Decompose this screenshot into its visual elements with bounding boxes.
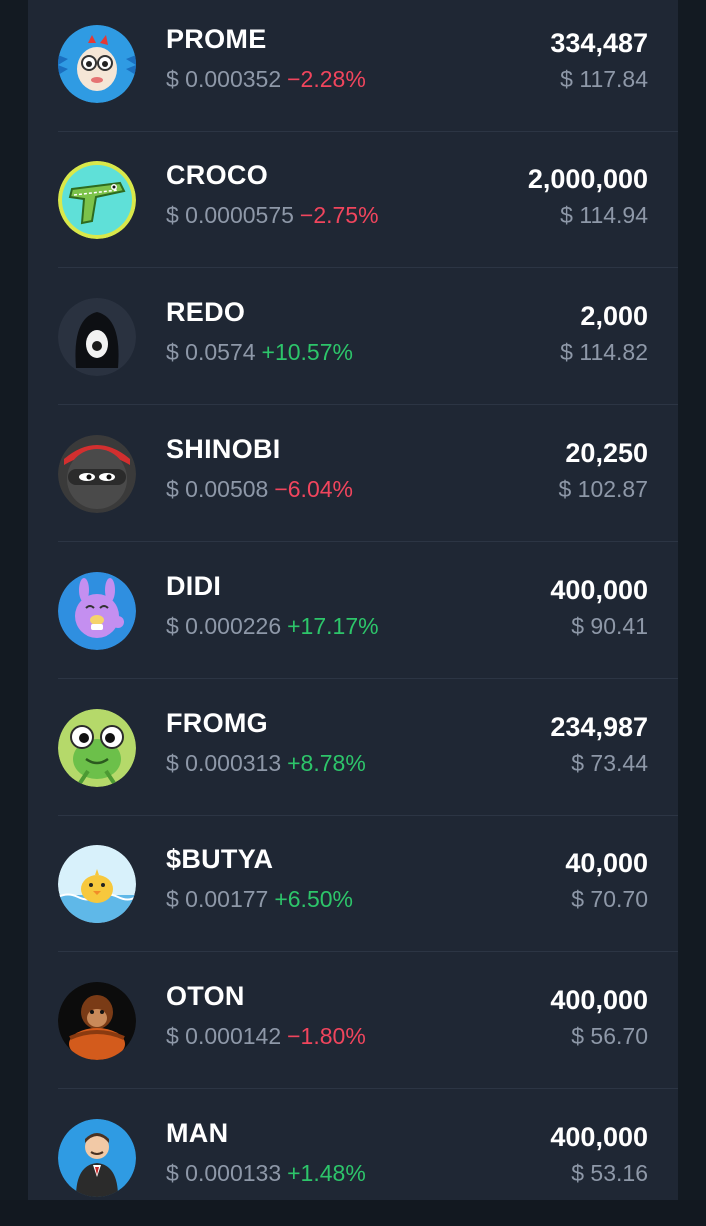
token-amount: 400,000 (550, 575, 648, 605)
row-divider (58, 541, 678, 542)
token-amount: 40,000 (565, 848, 648, 878)
token-price-line: $ 0.00508 −6.04% (166, 476, 353, 503)
token-price-line: $ 0.0000575 −2.75% (166, 202, 379, 229)
token-amount: 2,000,000 (527, 164, 648, 194)
row-divider (58, 1088, 678, 1089)
token-symbol: SHINOBI (166, 434, 281, 464)
token-price-line: $ 0.000226 +17.17% (166, 613, 379, 640)
token-amount: 400,000 (550, 1122, 648, 1152)
token-change: +6.50% (274, 886, 353, 912)
token-symbol: PROME (166, 24, 267, 54)
token-symbol: CROCO (166, 160, 268, 190)
token-value: $ 117.84 (560, 66, 648, 92)
token-row-shinobi[interactable]: SHINOBI $ 0.00508 −6.04% 20,250 $ 102.87 (28, 406, 678, 542)
token-change: −1.80% (287, 1023, 366, 1049)
token-price-line: $ 0.00177 +6.50% (166, 886, 353, 913)
prome-avatar-icon (58, 25, 136, 103)
token-row-croco[interactable]: CROCO $ 0.0000575 −2.75% 2,000,000 $ 114.… (28, 132, 678, 268)
token-price-line: $ 0.0574 +10.57% (166, 339, 353, 366)
row-divider (58, 678, 678, 679)
token-price-line: $ 0.000142 −1.80% (166, 1023, 366, 1050)
token-price-line: $ 0.000352 −2.28% (166, 66, 366, 93)
token-row-didi[interactable]: DIDI $ 0.000226 +17.17% 400,000 $ 90.41 (28, 543, 678, 679)
token-price: $ 0.000313 (166, 750, 282, 776)
token-change: −2.28% (287, 66, 366, 92)
oton-avatar-icon (58, 982, 136, 1060)
token-price: $ 0.000133 (166, 1160, 282, 1186)
man-avatar-icon (58, 1119, 136, 1197)
token-price: $ 0.000142 (166, 1023, 282, 1049)
token-value: $ 114.94 (560, 202, 648, 228)
row-divider (58, 267, 678, 268)
token-symbol: FROMG (166, 708, 268, 738)
token-price: $ 0.000352 (166, 66, 282, 92)
token-symbol: OTON (166, 981, 245, 1011)
token-amount: 234,987 (550, 712, 648, 742)
shinobi-avatar-icon (58, 435, 136, 513)
token-price-line: $ 0.000313 +8.78% (166, 750, 366, 777)
token-price-line: $ 0.000133 +1.48% (166, 1160, 366, 1187)
screen: PROME $ 0.000352 −2.28% 334,487 $ 117.84 … (0, 0, 706, 1200)
token-change: +1.48% (287, 1160, 366, 1186)
token-row-fromg[interactable]: FROMG $ 0.000313 +8.78% 234,987 $ 73.44 (28, 680, 678, 816)
token-amount: 334,487 (550, 28, 648, 58)
token-amount: 400,000 (550, 985, 648, 1015)
token-change: +8.78% (287, 750, 366, 776)
token-symbol: DIDI (166, 571, 222, 601)
token-price: $ 0.00508 (166, 476, 269, 502)
token-symbol: MAN (166, 1118, 229, 1148)
token-price: $ 0.0000575 (166, 202, 294, 228)
token-change: −6.04% (274, 476, 353, 502)
token-symbol: $BUTYA (166, 844, 274, 874)
token-row-man[interactable]: MAN $ 0.000133 +1.48% 400,000 $ 53.16 (28, 1090, 678, 1226)
token-symbol: REDO (166, 297, 246, 327)
row-divider (58, 951, 678, 952)
token-value: $ 90.41 (571, 613, 648, 639)
redo-avatar-icon (58, 298, 136, 376)
token-row-prome[interactable]: PROME $ 0.000352 −2.28% 334,487 $ 117.84 (28, 0, 678, 132)
croco-avatar-icon (58, 161, 136, 239)
token-value: $ 102.87 (558, 476, 648, 502)
token-price: $ 0.00177 (166, 886, 269, 912)
token-amount: 20,250 (565, 438, 648, 468)
token-price: $ 0.0574 (166, 339, 256, 365)
token-amount: 2,000 (580, 301, 648, 331)
butya-avatar-icon (58, 845, 136, 923)
token-value: $ 53.16 (571, 1160, 648, 1186)
token-value: $ 73.44 (571, 750, 648, 776)
token-row-butya[interactable]: $BUTYA $ 0.00177 +6.50% 40,000 $ 70.70 (28, 816, 678, 952)
token-value: $ 56.70 (571, 1023, 648, 1049)
token-price: $ 0.000226 (166, 613, 282, 639)
token-change: −2.75% (299, 202, 379, 228)
token-row-redo[interactable]: REDO $ 0.0574 +10.57% 2,000 $ 114.82 (28, 269, 678, 405)
row-divider (58, 404, 678, 405)
token-value: $ 70.70 (571, 886, 648, 912)
token-value: $ 114.82 (560, 339, 648, 365)
token-change: +10.57% (261, 339, 353, 365)
token-change: +17.17% (287, 613, 379, 639)
fromg-avatar-icon (58, 709, 136, 787)
didi-avatar-icon (58, 572, 136, 650)
token-row-oton[interactable]: OTON $ 0.000142 −1.80% 400,000 $ 56.70 (28, 953, 678, 1089)
